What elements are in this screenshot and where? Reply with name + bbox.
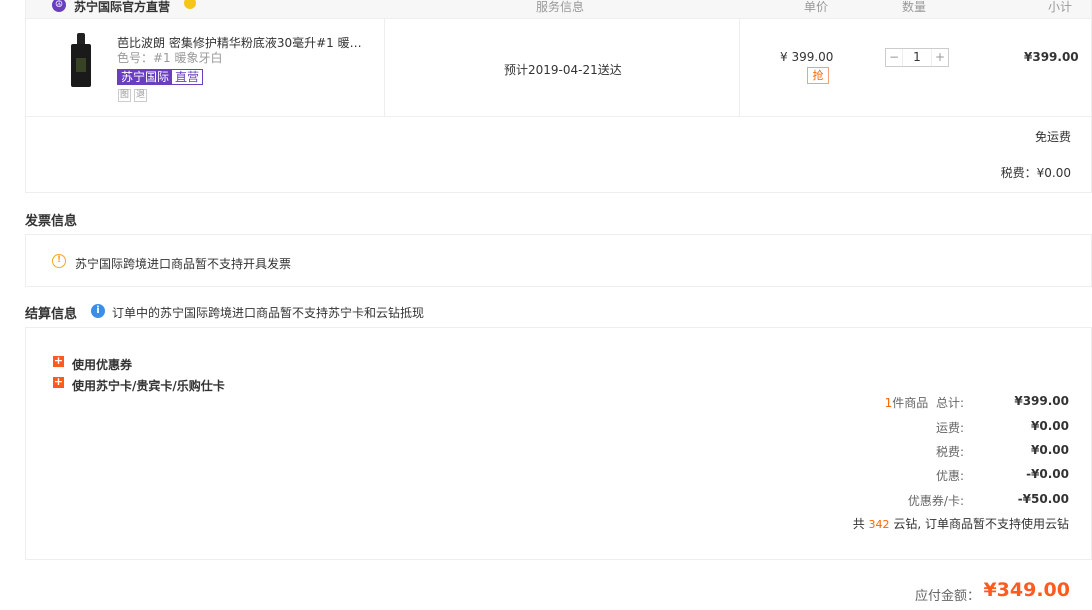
payable-amount: ¥349.00 bbox=[983, 579, 1070, 601]
item-count-suffix: 件商品 bbox=[892, 396, 929, 410]
use-card-option[interactable]: 使用苏宁卡/贵宾卡/乐购仕卡 bbox=[72, 377, 225, 394]
discount-label: 优惠: bbox=[935, 469, 964, 483]
store-tag: 苏宁国际 直营 bbox=[117, 69, 204, 85]
col-qty: 数量 bbox=[902, 0, 927, 14]
total-label: 总计: bbox=[935, 396, 964, 410]
store-logo-icon: ☮ bbox=[52, 0, 66, 12]
shipping-value: ¥0.00 bbox=[1031, 419, 1069, 433]
col-subtotal: 小计 bbox=[1048, 0, 1073, 14]
discount-value: -¥0.00 bbox=[1026, 467, 1069, 481]
cart-header-row: ☮ 苏宁国际官方直营 服务信息 单价 数量 小计 bbox=[25, 0, 1092, 19]
settlement-box: + 使用优惠券 + 使用苏宁卡/贵宾卡/乐购仕卡 1件商品 总计: ¥399.0… bbox=[25, 327, 1092, 560]
warning-icon: ! bbox=[52, 254, 66, 268]
unit-price: ¥ 399.00 bbox=[780, 50, 834, 64]
settlement-title: 结算信息 bbox=[25, 307, 78, 322]
payable-label: 应付金额： bbox=[914, 589, 980, 604]
tax-value: ¥0.00 bbox=[1031, 443, 1069, 457]
total-value: ¥399.00 bbox=[1014, 394, 1069, 408]
settlement-note: 订单中的苏宁国际跨境进口商品暂不支持苏宁卡和云钻抵现 bbox=[112, 306, 425, 320]
order-item-row: 芭比波朗 密集修护精华粉底液30毫升#1 暖象牙白 色号：#1 暖象牙白 苏宁国… bbox=[26, 19, 1092, 117]
col-price: 单价 bbox=[804, 0, 829, 14]
invoice-box: ! 苏宁国际跨境进口商品暂不支持开具发票 bbox=[25, 234, 1092, 287]
shipping-label: 运费: bbox=[935, 421, 964, 435]
service-icons: 图 退 bbox=[118, 89, 147, 102]
store-tag-secondary: 直营 bbox=[175, 70, 200, 84]
store-badge-icon bbox=[184, 0, 196, 9]
store-name[interactable]: 苏宁国际官方直营 bbox=[74, 0, 170, 15]
image-service-icon: 图 bbox=[118, 89, 131, 102]
shipping-status: 免运费 bbox=[1034, 130, 1071, 144]
col-service: 服务信息 bbox=[536, 0, 585, 14]
qty-plus-button[interactable]: + bbox=[932, 49, 948, 66]
return-service-icon: 退 bbox=[134, 89, 147, 102]
expand-coupon-icon[interactable]: + bbox=[53, 355, 64, 367]
use-coupon-option[interactable]: 使用优惠券 bbox=[72, 356, 132, 373]
tax-fee: 税费：¥0.00 bbox=[1000, 166, 1071, 180]
total-label-line: 1件商品 总计: bbox=[885, 394, 964, 411]
expand-card-icon[interactable]: + bbox=[53, 376, 64, 388]
info-icon: i bbox=[91, 304, 105, 318]
qty-minus-button[interactable]: − bbox=[886, 49, 902, 66]
product-thumbnail[interactable] bbox=[70, 33, 92, 89]
column-divider bbox=[384, 19, 385, 116]
coupon-label: 优惠券/卡: bbox=[907, 494, 964, 508]
quantity-stepper: − 1 + bbox=[885, 48, 949, 67]
delivery-estimate: 预计2019-04-21送达 bbox=[504, 63, 622, 77]
coupon-value: -¥50.00 bbox=[1017, 492, 1069, 506]
points-count: 342 bbox=[868, 518, 890, 531]
invoice-title: 发票信息 bbox=[25, 214, 78, 229]
points-note: 共 342 云钻, 订单商品暂不支持使用云钻 bbox=[853, 515, 1069, 532]
store-tag-primary: 苏宁国际 bbox=[118, 70, 173, 84]
bottle-shape bbox=[71, 44, 91, 87]
product-spec: 色号：#1 暖象牙白 bbox=[117, 51, 223, 65]
column-divider bbox=[739, 19, 740, 116]
promo-badge: 抢 bbox=[807, 67, 829, 84]
points-prefix: 共 bbox=[852, 517, 865, 531]
order-item-box: 芭比波朗 密集修护精华粉底液30毫升#1 暖象牙白 色号：#1 暖象牙白 苏宁国… bbox=[25, 19, 1092, 193]
invoice-notice: 苏宁国际跨境进口商品暂不支持开具发票 bbox=[75, 257, 292, 271]
qty-value[interactable]: 1 bbox=[902, 49, 932, 66]
tax-label: 税费: bbox=[935, 445, 964, 459]
points-suffix: 云钻, 订单商品暂不支持使用云钻 bbox=[893, 517, 1069, 531]
item-subtotal: ¥399.00 bbox=[1024, 50, 1079, 64]
